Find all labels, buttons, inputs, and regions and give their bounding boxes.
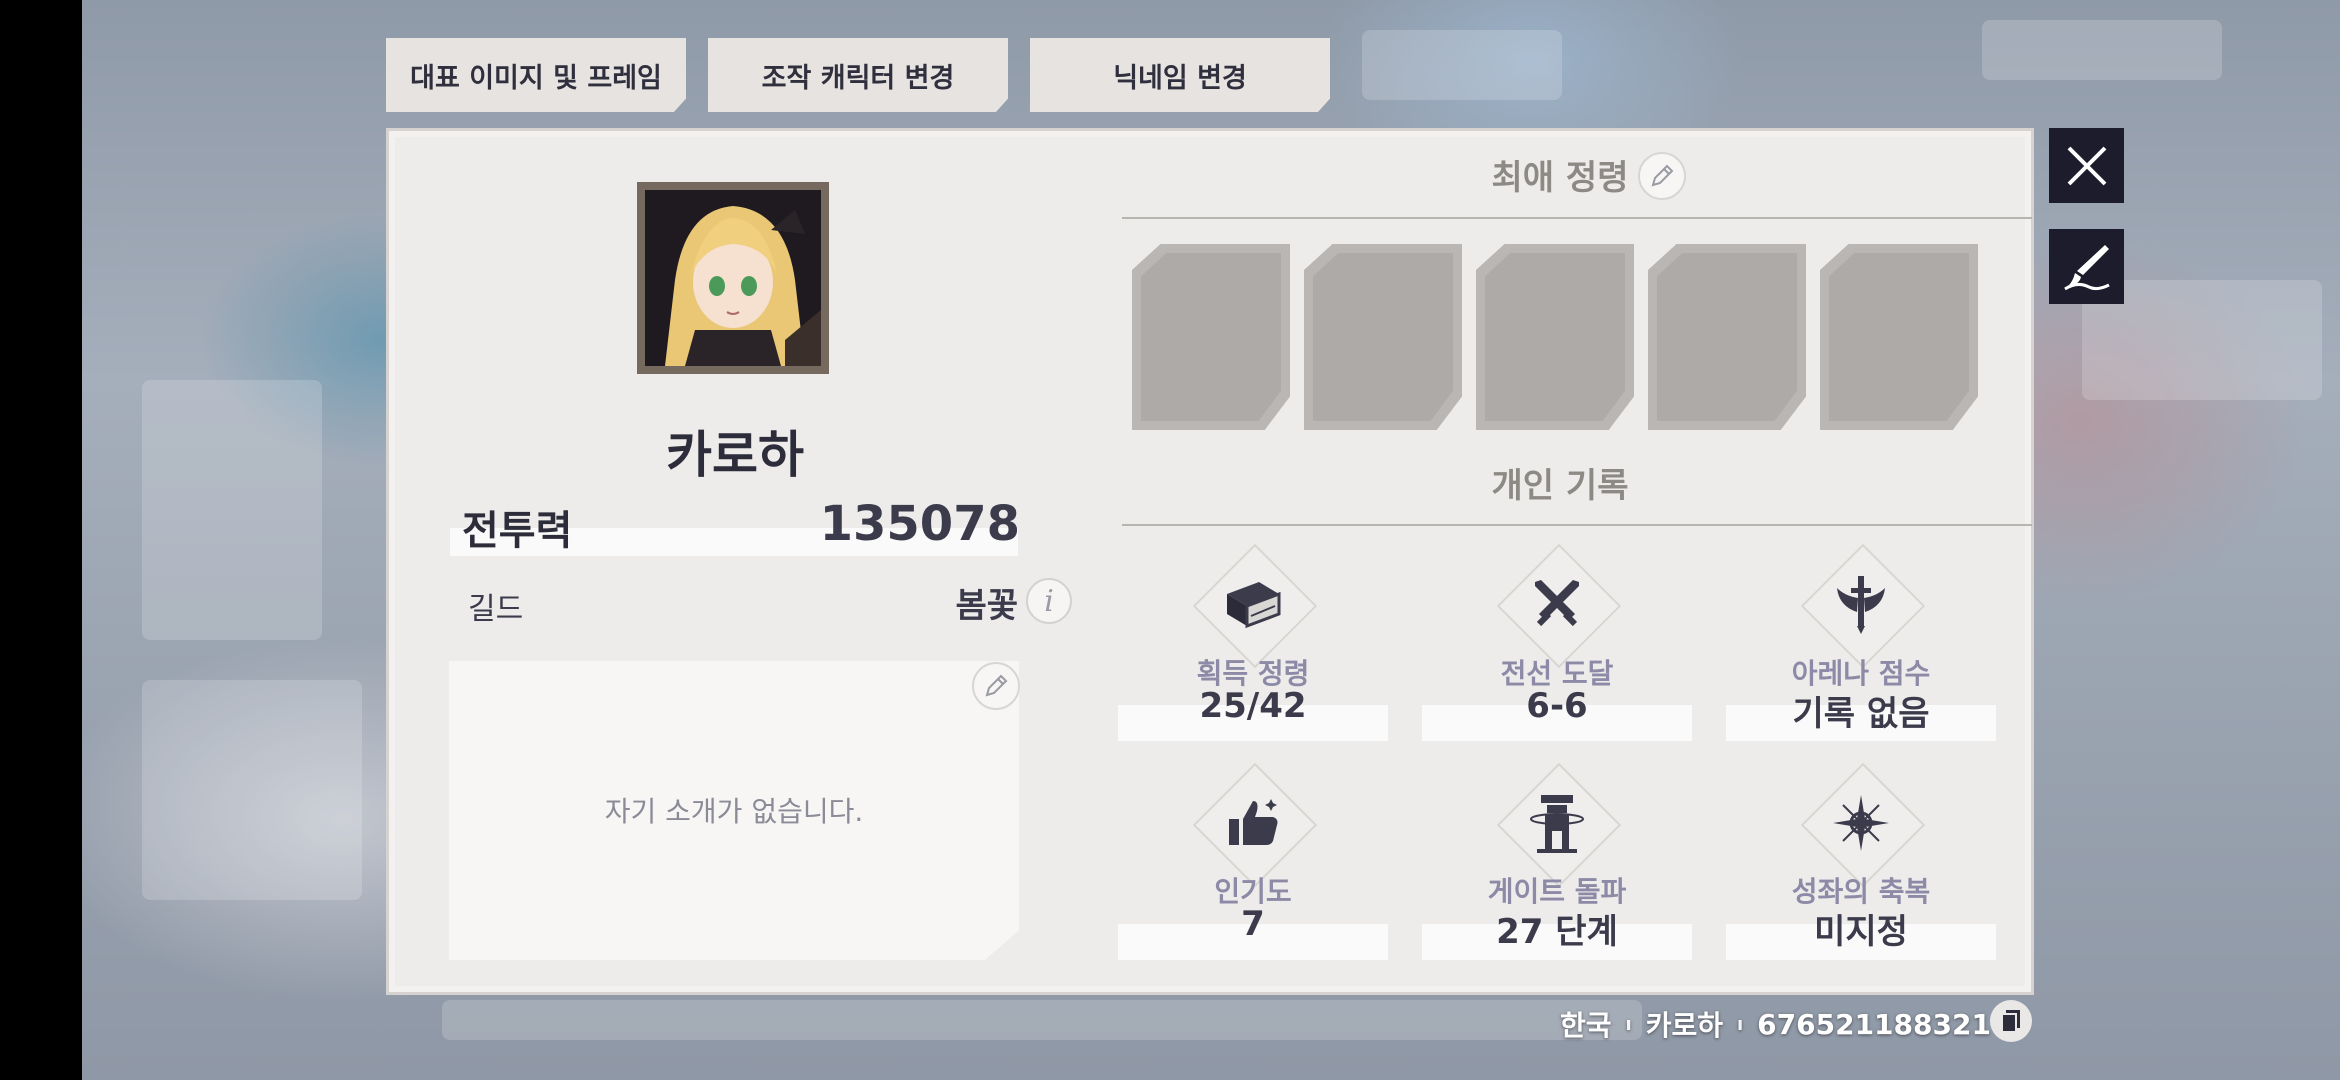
close-icon (2067, 146, 2106, 185)
stat-value-arena: 기록 없음 (1792, 694, 1930, 734)
player-name: 카로하 (666, 426, 804, 484)
guild-info-icon[interactable]: i (1026, 578, 1072, 624)
footer-nickname: 카로하 (1645, 1009, 1723, 1042)
book-icon (1213, 564, 1293, 644)
guild-label: 길드 (468, 592, 524, 627)
footer-separator: ı (1625, 1013, 1632, 1035)
footer-account-info: 한국 ı 카로하 ı 676521188321 (1560, 1004, 1991, 1044)
gate-tower-icon (1517, 783, 1597, 863)
bio-text: 자기 소개가 없습니다. (604, 795, 864, 828)
signature-button[interactable] (2049, 229, 2124, 304)
stat-value-blessing: 미지정 (1814, 912, 1908, 952)
footer-separator: ı (1736, 1013, 1744, 1035)
favorite-slot-4[interactable] (1648, 244, 1806, 430)
stat-value-frontline: 6-6 (1526, 686, 1588, 726)
stat-value-gate: 27 단계 (1496, 912, 1618, 952)
tab-change-nickname[interactable]: 닉네임 변경 (1030, 38, 1330, 112)
avatar[interactable] (637, 182, 829, 374)
favorite-slot-2[interactable] (1304, 244, 1462, 430)
footer-region: 한국 (1560, 1009, 1612, 1042)
left-black-bar (0, 0, 82, 1080)
records-title: 개인 기록 (1491, 466, 1629, 506)
favorite-slot-1[interactable] (1132, 244, 1290, 430)
favorite-edit-icon[interactable] (1638, 152, 1686, 200)
avatar-portrait (645, 190, 821, 366)
footer-uid: 676521188321 (1757, 1007, 1991, 1041)
favorite-title: 최애 정령 (1491, 158, 1629, 198)
bio-edit-icon[interactable] (972, 662, 1020, 710)
power-value: 135078 (819, 496, 1020, 552)
favorite-slot-3[interactable] (1476, 244, 1634, 430)
favorite-slot-5[interactable] (1820, 244, 1978, 430)
power-label: 전투력 (462, 508, 573, 554)
favorite-divider (1122, 217, 2032, 219)
tab-profile-image-frame[interactable]: 대표 이미지 및 프레임 (386, 38, 686, 112)
compass-star-icon (1821, 783, 1901, 863)
stat-value-spirits: 25/42 (1199, 686, 1307, 726)
records-divider (1122, 524, 2032, 526)
close-button[interactable] (2049, 128, 2124, 203)
guild-value: 봄꽃 (955, 586, 1018, 626)
crossed-swords-icon (1517, 564, 1597, 644)
copy-icon (2001, 1010, 2020, 1033)
thumbs-up-icon (1213, 783, 1293, 863)
winged-sword-icon (1821, 564, 1901, 644)
stat-value-popularity: 7 (1241, 904, 1265, 944)
brush-icon (2063, 244, 2110, 290)
tab-change-character[interactable]: 조작 캐릭터 변경 (708, 38, 1008, 112)
copy-uid-button[interactable] (1990, 1000, 2032, 1042)
